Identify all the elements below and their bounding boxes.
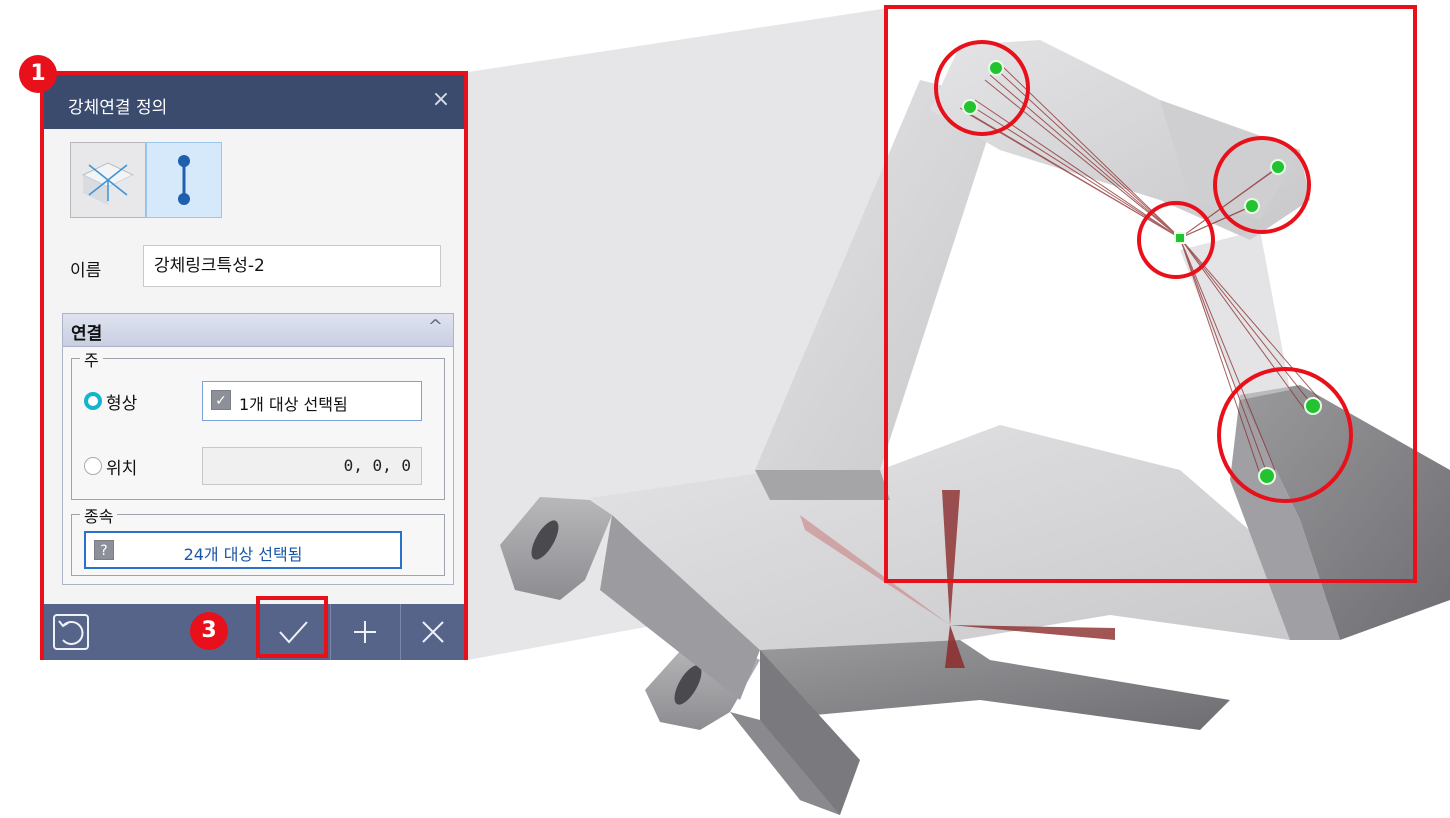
close-icon[interactable]: × xyxy=(428,87,454,113)
reset-icon xyxy=(53,614,89,650)
shape-radio[interactable] xyxy=(84,392,102,410)
footer-divider xyxy=(400,604,401,660)
sub-selection-box[interactable]: ? 24개 대상 선택됨 xyxy=(84,531,402,569)
add-button[interactable] xyxy=(332,604,398,660)
name-label: 이름 xyxy=(70,261,102,281)
callout-badge-3: 3 xyxy=(190,612,228,650)
connection-section: 연결 ^ 주 형상 ✓ 1개 대상 선택됨 위치 0, 0, 0 종속 ? 24… xyxy=(62,313,454,585)
rigid-link-icon xyxy=(178,155,190,205)
add-plus-icon xyxy=(354,621,376,643)
cancel-x-icon xyxy=(422,621,444,643)
zoom-highlight-frame xyxy=(884,5,1417,583)
footer-divider xyxy=(330,604,331,660)
position-field[interactable]: 0, 0, 0 xyxy=(202,447,422,485)
dialog-footer xyxy=(44,604,464,660)
connection-section-header[interactable]: 연결 ^ xyxy=(63,314,453,347)
section-title: 연결 xyxy=(71,324,103,344)
sub-selection-text: 24개 대상 선택됨 xyxy=(183,545,303,564)
dialog-title: 강체연결 정의 xyxy=(68,98,168,118)
shape-option-label[interactable]: 형상 xyxy=(106,389,137,414)
collapse-chevron-icon[interactable]: ^ xyxy=(428,316,443,337)
main-selection-text: 1개 대상 선택됨 xyxy=(239,395,348,414)
cancel-button[interactable] xyxy=(402,604,464,660)
position-radio[interactable] xyxy=(84,457,102,475)
main-selection-box[interactable]: ✓ 1개 대상 선택됨 xyxy=(202,381,422,421)
sub-group-label: 종속 xyxy=(80,503,118,527)
callout-badge-1: 1 xyxy=(19,55,57,93)
main-group-label: 주 xyxy=(80,347,103,371)
checkbox-icon: ✓ xyxy=(211,390,231,410)
dialog-titlebar: 강체연결 정의 × xyxy=(44,75,464,129)
rigid-connection-dialog: 강체연결 정의 × 이름 강체링크특성-2 연결 ^ 주 형상 ✓ 1개 대상 … xyxy=(40,71,468,660)
confirm-highlight-box xyxy=(256,596,328,658)
main-group: 주 형상 ✓ 1개 대상 선택됨 위치 0, 0, 0 xyxy=(71,347,445,500)
rigid-spider-icon xyxy=(81,162,135,205)
sub-group: 종속 ? 24개 대상 선택됨 xyxy=(71,503,445,576)
rigid-spider-mode-button[interactable] xyxy=(70,142,146,218)
rigid-link-mode-button[interactable] xyxy=(146,142,222,218)
reset-button[interactable] xyxy=(44,604,100,660)
name-input[interactable]: 강체링크특성-2 xyxy=(143,245,441,287)
position-option-label[interactable]: 위치 xyxy=(106,454,137,479)
